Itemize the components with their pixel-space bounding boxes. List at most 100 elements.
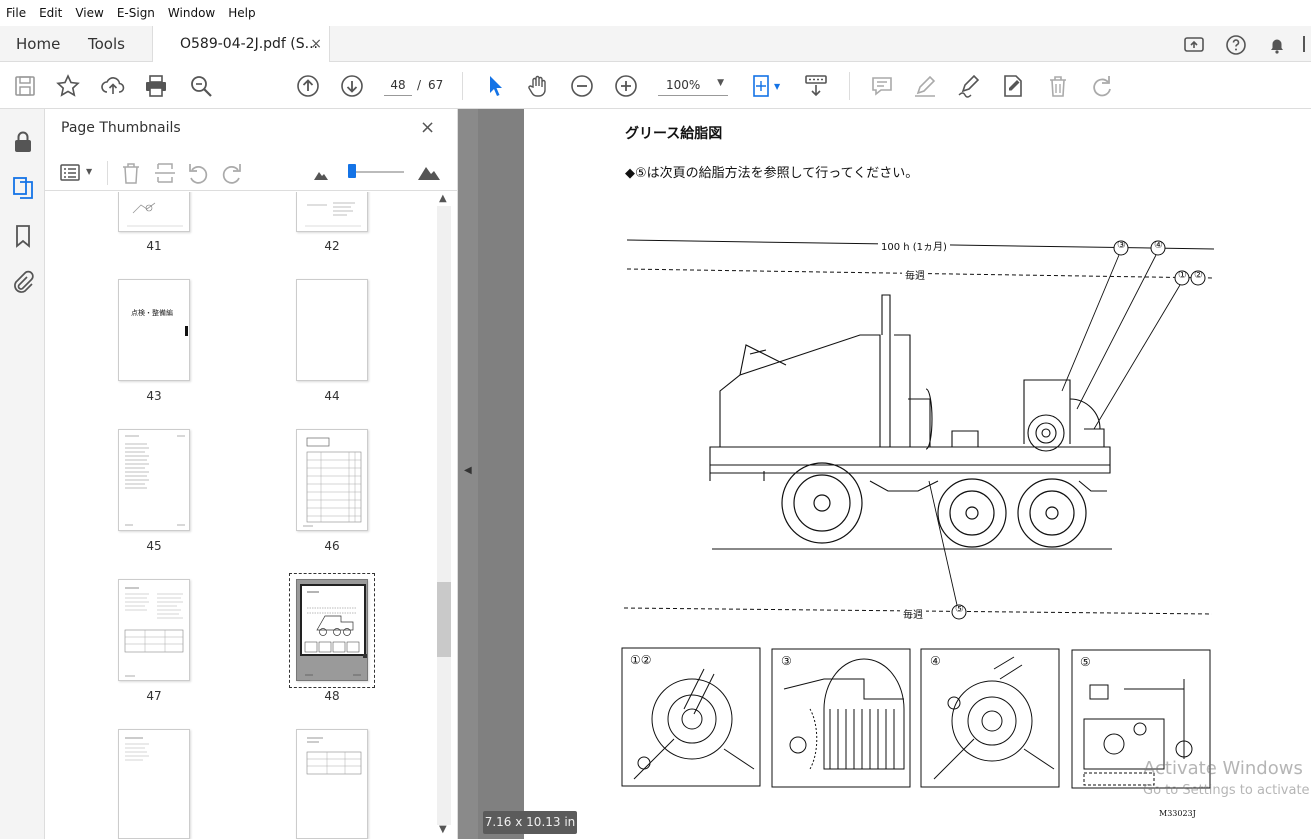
page-thumbnail-41[interactable] — [118, 192, 190, 232]
menu-file[interactable]: File — [6, 6, 26, 20]
toolbar-divider — [462, 72, 463, 100]
menu-help[interactable]: Help — [228, 6, 255, 20]
save-icon[interactable] — [12, 73, 38, 99]
menu-window[interactable]: Window — [168, 6, 215, 20]
previous-page-icon[interactable] — [295, 73, 321, 99]
tab-tools[interactable]: Tools — [88, 26, 125, 62]
left-navigation-rail — [0, 109, 45, 839]
scroll-down-arrow-icon[interactable]: ▼ — [439, 824, 447, 835]
scroll-up-arrow-icon[interactable]: ▲ — [439, 193, 447, 204]
thumbnails-panel: Page Thumbnails × ▼ 41 42 点検・整備編 43 44 4… — [45, 109, 458, 839]
thumbnail-toolbar: ▼ — [45, 153, 458, 191]
zoom-search-icon[interactable] — [188, 73, 214, 99]
figure-code: M33023J — [1159, 809, 1196, 818]
page-thumbnail-46[interactable] — [296, 429, 368, 531]
help-icon[interactable] — [1224, 33, 1248, 57]
tab-document[interactable]: O589-04-2J.pdf (S... × — [152, 26, 330, 63]
page-thumbnail-49[interactable] — [118, 729, 190, 839]
thumbnail-size-slider-track[interactable] — [348, 171, 404, 173]
page-thumbnail-42[interactable] — [296, 192, 368, 232]
page-thumbnail-48[interactable] — [296, 579, 368, 681]
zoom-dropdown-icon: ▼ — [717, 78, 724, 88]
zoom-level-select[interactable]: 100% ▼ — [658, 74, 728, 96]
zoom-out-icon[interactable] — [569, 73, 595, 99]
menu-esign[interactable]: E-Sign — [117, 6, 155, 20]
fit-page-dropdown-icon[interactable]: ▼ — [774, 82, 780, 91]
delete-page-icon[interactable] — [119, 161, 143, 185]
callout-3: ③ — [1117, 240, 1126, 251]
rotate-clockwise-icon[interactable] — [220, 161, 244, 185]
thumbnail-size-slider-handle[interactable] — [348, 164, 356, 178]
menu-edit[interactable]: Edit — [39, 6, 62, 20]
thumbnail-47-preview — [124, 587, 184, 677]
menu-view[interactable]: View — [75, 6, 103, 20]
collapse-arrow-icon[interactable]: ◀ — [464, 465, 472, 476]
page-thumbnails-icon[interactable] — [10, 175, 36, 201]
panel-collapse-handle[interactable]: ◀ — [458, 109, 478, 839]
delete-icon[interactable] — [1045, 73, 1071, 99]
panel-close-icon[interactable]: × — [420, 117, 435, 138]
share-screen-icon[interactable] — [1182, 33, 1206, 57]
page-size-indicator: 7.16 x 10.13 in — [483, 811, 577, 834]
scrollbar-track[interactable] — [437, 206, 451, 825]
thumbnail-label: 48 — [324, 689, 340, 703]
lock-icon[interactable] — [10, 129, 36, 155]
draw-sign-icon[interactable] — [956, 73, 982, 99]
thumbnail-label: 46 — [324, 539, 340, 553]
detail-box-1-2 — [621, 647, 761, 787]
page-number-input[interactable] — [384, 74, 412, 96]
upload-cloud-icon[interactable] — [100, 73, 126, 99]
close-tab-icon[interactable]: × — [310, 26, 322, 62]
menu-bar: File Edit View E-Sign Window Help — [0, 0, 1311, 26]
thumbnail-label: 47 — [146, 689, 162, 703]
thumbnail-label: 42 — [324, 239, 340, 253]
scrollbar-thumb[interactable] — [437, 582, 451, 657]
thumbnail-label: 41 — [146, 239, 162, 253]
zoom-in-icon[interactable] — [613, 73, 639, 99]
total-pages: 67 — [428, 78, 444, 92]
main-toolbar: / 67 100% ▼ ▼ — [0, 62, 1311, 109]
page-thumbnail-45[interactable] — [118, 429, 190, 531]
fit-page-icon[interactable] — [750, 73, 776, 99]
extract-pages-icon[interactable] — [153, 161, 177, 185]
edit-text-icon[interactable] — [1000, 73, 1026, 99]
page-thumbnail-44[interactable] — [296, 279, 368, 381]
bookmark-star-icon[interactable] — [55, 73, 81, 99]
next-page-icon[interactable] — [339, 73, 365, 99]
select-cursor-icon[interactable] — [482, 73, 508, 99]
activation-watermark-subtitle: Go to Settings to activate — [1143, 783, 1310, 798]
tab-home[interactable]: Home — [16, 26, 60, 62]
document-viewport[interactable]: ◀ グリース給脂図 ◆⑤は次頁の給脂方法を参照して行ってください。 100 h … — [458, 109, 1311, 839]
redo-icon[interactable] — [1089, 73, 1115, 99]
grease-diagram — [621, 239, 1215, 789]
small-thumbnails-mountain-icon[interactable] — [313, 167, 329, 181]
notification-bell-icon[interactable] — [1265, 33, 1289, 57]
thumbnail-grid: 41 42 点検・整備編 43 44 45 46 47 48 — [45, 192, 437, 839]
thumbnail-options-icon[interactable] — [59, 161, 83, 185]
tab-bar: Home Tools O589-04-2J.pdf (S... × — [0, 26, 1311, 63]
carrier-vehicle-drawing — [709, 294, 1112, 550]
page-thumbnail-47[interactable] — [118, 579, 190, 681]
hand-tool-icon[interactable] — [525, 73, 551, 99]
highlight-pen-icon[interactable] — [912, 73, 938, 99]
bookmarks-icon[interactable] — [10, 223, 36, 249]
page-thumbnail-50[interactable] — [296, 729, 368, 839]
thumbnail-options-dropdown-icon[interactable]: ▼ — [86, 167, 92, 176]
scrolling-mode-icon[interactable] — [803, 73, 829, 99]
document-tab-title: O589-04-2J.pdf (S... — [180, 36, 318, 52]
print-icon[interactable] — [143, 73, 169, 99]
large-thumbnails-mountain-icon[interactable] — [417, 163, 441, 181]
thumbnail-label: 44 — [324, 389, 340, 403]
callout-4: ④ — [1154, 240, 1163, 251]
detail-box-4 — [920, 648, 1060, 788]
attachments-paperclip-icon[interactable] — [10, 269, 36, 295]
detail-box-3 — [771, 648, 911, 788]
activation-watermark-title: Activate Windows — [1143, 758, 1303, 779]
rotate-counterclockwise-icon[interactable] — [186, 161, 210, 185]
comment-icon[interactable] — [869, 73, 895, 99]
more-menu-icon[interactable] — [1303, 36, 1305, 52]
page-thumbnail-43[interactable]: 点検・整備編 — [118, 279, 190, 381]
thumbnail-scrollbar[interactable]: ▲ ▼ — [437, 192, 451, 839]
weekly-label-bottom: 毎週 — [900, 606, 926, 621]
thumbnail-43-heading: 点検・整備編 — [131, 309, 173, 317]
